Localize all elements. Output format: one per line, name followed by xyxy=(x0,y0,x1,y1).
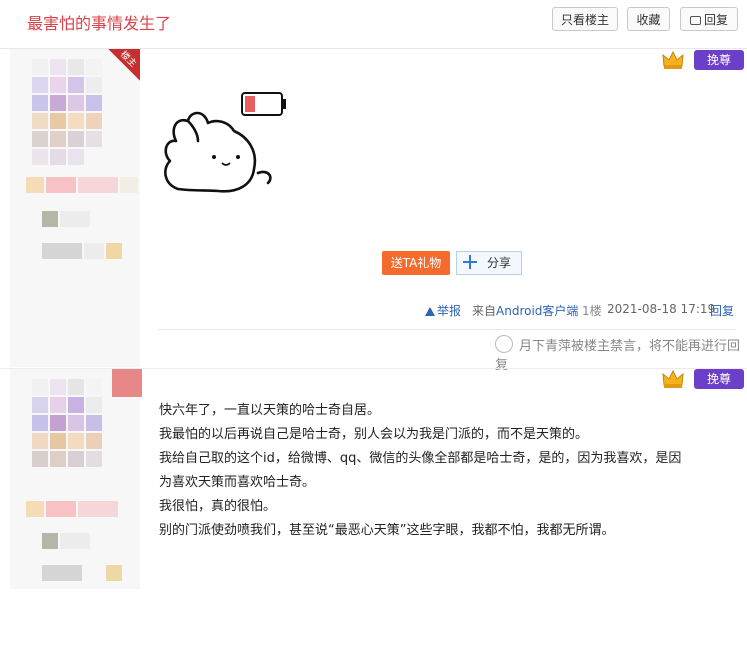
content-line: 我最怕的以后再说自己是哈士奇，别人会以为我是门派的，而不是天策的。 xyxy=(159,427,589,442)
source-prefix: 来自 xyxy=(472,304,497,318)
post-source: 来自Android客户端 xyxy=(472,302,578,319)
zun-button[interactable]: 挽尊 xyxy=(694,50,744,70)
author-badge-label: 楼主 xyxy=(118,49,138,70)
post-floor-2: 挽尊 快六年了，一直以天策的哈士奇自居。 我最怕的以后再说自己是哈士奇，别人会以… xyxy=(0,368,747,589)
thread-header: 最害怕的事情发生了 只看楼主 收藏 回复 xyxy=(0,0,747,49)
thread-title: 最害怕的事情发生了 xyxy=(27,14,172,33)
author-sidebar xyxy=(10,369,140,589)
send-gift-button[interactable]: 送TA礼物 xyxy=(382,251,450,275)
report-link[interactable]: 举报 xyxy=(425,302,461,319)
content-line: 快六年了，一直以天策的哈士奇自居。 xyxy=(159,403,381,418)
warning-icon xyxy=(425,307,435,316)
avatar-corner xyxy=(112,369,142,397)
author-only-button[interactable]: 只看楼主 xyxy=(552,7,618,31)
crown-icon xyxy=(662,50,684,69)
reply-icon xyxy=(689,16,701,25)
zun-button[interactable]: 挽尊 xyxy=(694,369,744,389)
content-line: 我给自己取的这个id，给微博、qq、微信的头像全部都是哈士奇，是的，因为我喜欢，… xyxy=(159,451,682,466)
floor-number: 1楼 xyxy=(582,304,602,318)
post-divider xyxy=(158,329,736,330)
bunny-sticker-image xyxy=(164,92,286,193)
zun-label: 挽尊 xyxy=(706,53,731,67)
share-button[interactable]: 分享 xyxy=(456,251,522,275)
source-platform-link[interactable]: Android客户端 xyxy=(496,304,578,318)
post-time: 2021-08-18 17:19 xyxy=(607,302,716,316)
author-sidebar xyxy=(10,49,140,367)
favorite-button[interactable]: 收藏 xyxy=(627,7,670,31)
blurred-author-info xyxy=(26,379,136,659)
face-icon xyxy=(495,335,513,353)
reply-button[interactable]: 回复 xyxy=(680,7,738,31)
report-label: 举报 xyxy=(437,304,462,318)
post-content: 快六年了，一直以天策的哈士奇自居。 我最怕的以后再说自己是哈士奇，别人会以为我是… xyxy=(159,399,729,543)
reply-button-label: 回复 xyxy=(703,13,728,27)
content-line: 我很怕，真的很怕。 xyxy=(159,499,277,514)
post-floor-1: 楼主 挽尊 送TA礼物 分享 举报 来自Android客户端 1楼 2021-0… xyxy=(0,49,747,373)
zun-label: 挽尊 xyxy=(706,372,731,386)
blurred-author-info xyxy=(26,59,138,339)
crown-icon xyxy=(662,369,684,388)
share-label: 分享 xyxy=(487,256,512,270)
content-line: 别的门派使劲喷我们，甚至说“最恶心天策”这些字眼，我都不怕，我都无所谓。 xyxy=(159,523,615,538)
content-line: 为喜欢天策而喜欢哈士奇。 xyxy=(159,475,316,490)
author-corner-badge: 楼主 xyxy=(108,49,140,81)
plus-icon xyxy=(463,255,477,269)
floor-reply-link[interactable]: 回复 xyxy=(710,302,734,319)
